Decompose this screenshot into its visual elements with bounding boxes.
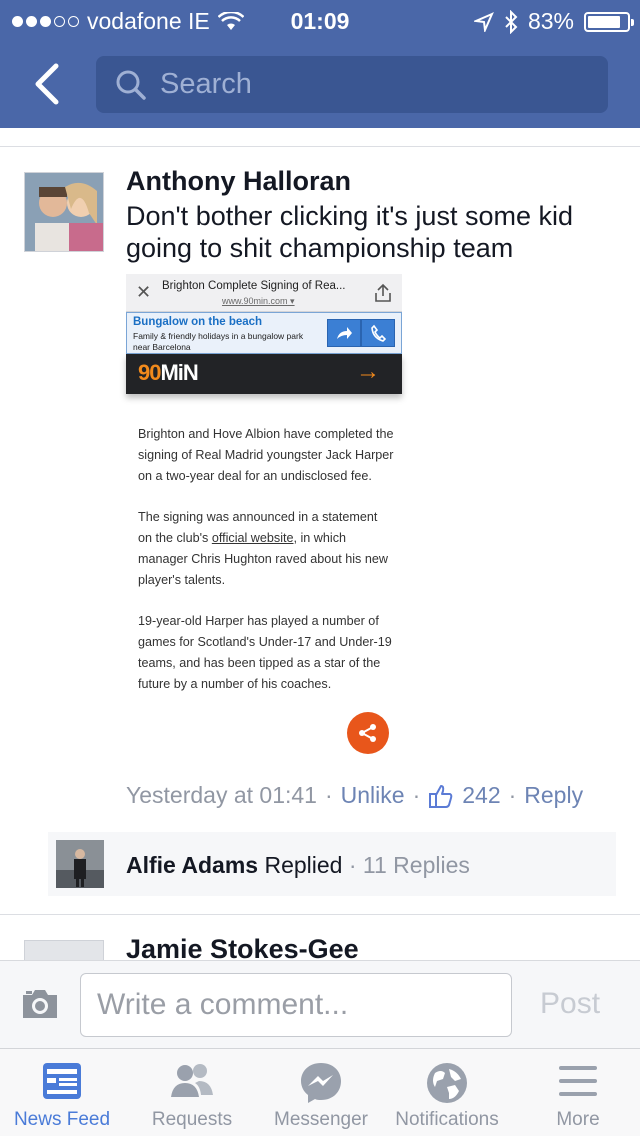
tab-more[interactable]: More xyxy=(516,1049,640,1136)
post-author[interactable]: Anthony Halloran xyxy=(126,166,351,197)
divider xyxy=(0,146,640,147)
article-paragraph: 19-year-old Harper has played a number o… xyxy=(138,614,392,691)
status-bar: vodafone IE 01:09 83% xyxy=(0,0,640,40)
tab-label: More xyxy=(556,1109,600,1130)
ad-description: Family & friendly holidays in a bungalow… xyxy=(133,331,304,352)
app-header: vodafone IE 01:09 83% Search xyxy=(0,0,640,128)
comment-composer: Write a comment... Post xyxy=(0,960,640,1048)
arrow-right-icon: → xyxy=(356,358,380,385)
site-header: 90MiN → xyxy=(126,354,402,394)
location-icon xyxy=(473,11,494,32)
search-placeholder: Search xyxy=(160,68,252,100)
unlike-button[interactable]: Unlike xyxy=(341,782,405,809)
comment-placeholder: Write a comment... xyxy=(97,988,349,1021)
tab-label: Requests xyxy=(151,1109,233,1130)
back-button[interactable] xyxy=(28,62,68,106)
tab-label: News Feed xyxy=(13,1109,111,1130)
reply-button[interactable]: Reply xyxy=(524,782,583,809)
reply-count: · 11 Replies xyxy=(348,852,470,878)
camera-icon[interactable] xyxy=(20,987,60,1021)
reply-verb: Replied xyxy=(264,852,343,878)
avatar xyxy=(56,840,104,888)
status-right: 83% xyxy=(473,8,634,35)
friends-icon xyxy=(171,1064,213,1097)
post-image[interactable]: ✕ Brighton Complete Signing of Rea... ww… xyxy=(126,274,402,754)
upload-icon xyxy=(375,283,391,302)
page-url: www.90min.com ▾ xyxy=(222,296,295,306)
forward-icon xyxy=(327,319,361,347)
browser-bar: ✕ Brighton Complete Signing of Rea... ww… xyxy=(126,274,402,312)
post-actions: Yesterday at 01:41 · Unlike · 242 · Repl… xyxy=(126,782,583,809)
avatar[interactable] xyxy=(24,940,104,960)
menu-icon xyxy=(559,1066,597,1096)
tab-label: Notifications xyxy=(395,1109,499,1130)
ad-banner: Bungalow on the beach Family & friendly … xyxy=(126,312,402,354)
bluetooth-icon xyxy=(505,9,518,34)
article-paragraph: Brighton and Hove Albion have completed … xyxy=(138,427,394,483)
avatar[interactable] xyxy=(24,172,104,252)
tab-requests[interactable]: Requests xyxy=(128,1049,256,1136)
replies-summary[interactable]: Alfie Adams Replied · 11 Replies xyxy=(48,832,616,896)
article-body: Brighton and Hove Albion have completed … xyxy=(138,424,394,715)
like-count[interactable]: 242 xyxy=(462,782,500,809)
search-input[interactable]: Search xyxy=(96,56,608,113)
share-icon xyxy=(347,712,389,754)
ad-title: Bungalow on the beach xyxy=(133,316,263,328)
chevron-left-icon xyxy=(35,63,59,105)
search-icon xyxy=(116,70,146,100)
post-text: Don't bother clicking it's just some kid… xyxy=(126,201,573,263)
messenger-icon xyxy=(301,1063,341,1103)
90min-logo: 90MiN xyxy=(138,360,199,385)
separator: · xyxy=(324,782,333,808)
thumbs-up-icon[interactable] xyxy=(428,783,454,809)
tab-label: Messenger xyxy=(274,1109,368,1130)
tab-news-feed[interactable]: News Feed xyxy=(0,1049,124,1136)
battery-icon xyxy=(584,11,634,32)
separator: · xyxy=(412,782,421,808)
reply-author: Alfie Adams xyxy=(126,852,259,878)
avatar-photo xyxy=(25,173,103,251)
comment-input[interactable]: Write a comment... xyxy=(80,973,512,1037)
globe-icon xyxy=(427,1063,467,1103)
screen: vodafone IE 01:09 83% Search Anthony Hal… xyxy=(0,0,640,1136)
separator: · xyxy=(508,782,517,808)
article-paragraph: The signing was announced in a statement… xyxy=(138,510,388,587)
phone-icon xyxy=(361,319,395,347)
battery-percent: 83% xyxy=(527,8,574,34)
tab-notifications[interactable]: Notifications xyxy=(384,1049,510,1136)
reply-summary-text: Alfie Adams Replied · 11 Replies xyxy=(126,852,470,879)
post-timestamp: Yesterday at 01:41 xyxy=(126,782,317,808)
close-icon: ✕ xyxy=(136,282,152,302)
page-title: Brighton Complete Signing of Rea... xyxy=(162,280,346,292)
tab-messenger[interactable]: Messenger xyxy=(262,1049,380,1136)
divider xyxy=(0,914,640,915)
news-feed-icon xyxy=(43,1063,81,1099)
tab-bar: News Feed Requests Messenger Notificatio… xyxy=(0,1048,640,1136)
post-button[interactable]: Post xyxy=(540,987,600,1021)
